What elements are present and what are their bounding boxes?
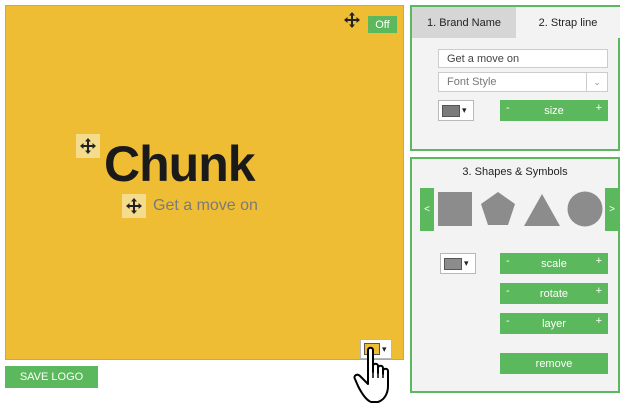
remove-label: remove [535, 357, 573, 370]
remove-shape-button[interactable]: remove [500, 353, 608, 374]
strap-line-text[interactable]: Get a move on [153, 197, 258, 215]
shapes-symbols-panel: 3. Shapes & Symbols < > ▾ - scale + - ro… [410, 157, 620, 393]
tab-brand-name[interactable]: 1. Brand Name [412, 7, 516, 38]
text-settings-panel: 1. Brand Name 2. Strap line Get a move o… [410, 5, 620, 151]
canvas-move-icon[interactable] [343, 11, 361, 34]
chevron-down-icon: ⌄ [586, 73, 607, 91]
shapes-next-button[interactable]: > [605, 188, 619, 231]
circle-icon[interactable] [567, 191, 603, 227]
save-logo-button[interactable]: SAVE LOGO [5, 366, 98, 388]
dropdown-arrow-icon: ▾ [462, 105, 467, 115]
shapes-panel-title: 3. Shapes & Symbols [462, 166, 568, 178]
toggle-off-button[interactable]: Off [368, 16, 397, 33]
layer-increase-button[interactable]: + [596, 315, 602, 327]
move-icon [126, 198, 142, 214]
chevron-right-icon: > [609, 204, 615, 215]
scale-decrease-button[interactable]: - [506, 255, 510, 267]
font-style-select[interactable]: Font Style ⌄ [438, 72, 608, 92]
color-swatch [444, 257, 462, 270]
chevron-left-icon: < [424, 204, 430, 215]
pentagon-icon[interactable] [480, 191, 516, 227]
strap-line-input[interactable]: Get a move on [438, 49, 608, 68]
shape-color-picker[interactable]: ▾ [440, 253, 476, 274]
size-decrease-button[interactable]: - [506, 102, 510, 114]
shapes-prev-button[interactable]: < [420, 188, 434, 231]
font-style-placeholder: Font Style [447, 76, 497, 88]
triangle-icon[interactable] [524, 194, 560, 226]
dropdown-arrow-icon: ▾ [464, 258, 469, 268]
brand-name-move-handle[interactable] [76, 134, 100, 158]
hand-cursor-icon [353, 346, 389, 403]
rotate-control: - rotate + [500, 283, 608, 304]
logo-canvas[interactable]: Off Chunk Get a move on ▾ [5, 5, 404, 360]
scale-label: scale [541, 257, 567, 270]
move-icon [80, 138, 96, 154]
rotate-increase-button[interactable]: + [596, 285, 602, 297]
square-icon[interactable] [438, 192, 472, 226]
text-color-picker[interactable]: ▾ [438, 100, 474, 121]
layer-control: - layer + [500, 313, 608, 334]
rotate-decrease-button[interactable]: - [506, 285, 510, 297]
size-control: - size + [500, 100, 608, 121]
tab-strap-line-label: 2. Strap line [538, 16, 598, 29]
tab-strap-line[interactable]: 2. Strap line [516, 7, 620, 38]
tab-brand-name-label: 1. Brand Name [427, 16, 501, 29]
scale-increase-button[interactable]: + [596, 255, 602, 267]
rotate-label: rotate [539, 287, 569, 300]
strap-line-input-value: Get a move on [447, 52, 520, 65]
color-swatch [442, 104, 460, 117]
scale-control: - scale + [500, 253, 608, 274]
brand-name-text[interactable]: Chunk [104, 139, 256, 189]
strap-line-move-handle[interactable] [122, 194, 146, 218]
size-label: size [544, 104, 564, 117]
layer-decrease-button[interactable]: - [506, 315, 510, 327]
save-logo-label: SAVE LOGO [19, 371, 84, 383]
layer-label: layer [542, 317, 566, 330]
toggle-label: Off [375, 18, 390, 31]
size-increase-button[interactable]: + [596, 102, 602, 114]
